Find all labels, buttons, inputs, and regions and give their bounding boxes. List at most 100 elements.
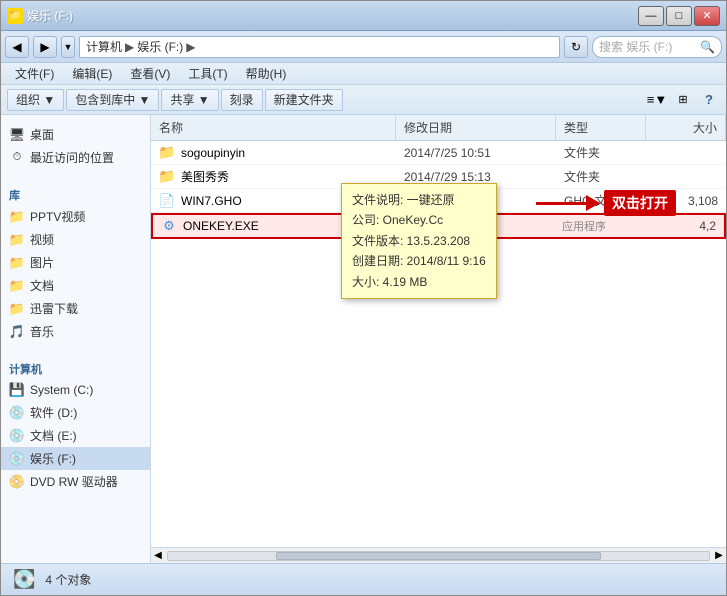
sogoupinyin-icon: 📁	[159, 145, 175, 161]
close-button[interactable]: ✕	[694, 6, 720, 26]
menubar: 文件(F) 编辑(E) 查看(V) 工具(T) 帮助(H)	[1, 63, 726, 85]
view-toggle-button[interactable]: ≡▼	[646, 89, 668, 111]
sidebar-item-d[interactable]: 💿 软件 (D:)	[1, 401, 150, 424]
win7gho-icon: 📄	[159, 193, 175, 209]
menu-help[interactable]: 帮助(H)	[238, 63, 295, 84]
tooltip-line-3: 文件版本: 13.5.23.208	[352, 231, 486, 251]
header-name[interactable]: 名称	[151, 115, 396, 140]
onekey-icon: ⚙	[161, 218, 177, 234]
sidebar-item-c[interactable]: 💾 System (C:)	[1, 379, 150, 401]
sidebar-item-dvd[interactable]: 📀 DVD RW 驱动器	[1, 470, 150, 493]
titlebar-title: 娱乐 (F:)	[27, 7, 638, 24]
refresh-button[interactable]: ↻	[564, 36, 588, 58]
sidebar-item-music[interactable]: 🎵 音乐	[1, 320, 150, 343]
tooltip-popup: 文件说明: 一键还原 公司: OneKey.Cc 文件版本: 13.5.23.2…	[341, 183, 497, 299]
e-drive-icon: 💿	[9, 428, 25, 444]
arrow-head	[586, 195, 600, 211]
meitu-icon: 📁	[159, 169, 175, 185]
titlebar-icon: 📁	[7, 8, 23, 24]
sidebar-library-title: 库	[1, 181, 150, 205]
minimize-button[interactable]: —	[638, 6, 664, 26]
sidebar-item-document[interactable]: 📁 文档	[1, 274, 150, 297]
hscroll-right-btn[interactable]: ▶	[712, 549, 726, 563]
breadcrumb-drive[interactable]: 娱乐 (F:)	[137, 38, 183, 55]
organize-button[interactable]: 组织 ▼	[7, 89, 64, 111]
desktop-icon: 🖥	[9, 127, 25, 143]
sidebar-label-xunlei: 迅雷下载	[30, 300, 78, 317]
main-content: 🖥 桌面 ⏱ 最近访问的位置 库 📁 PPTV视频 📁 视频	[1, 115, 726, 563]
file-list-container: 名称 修改日期 类型 大小 📁 sogoupinyin 2014/7/25 10…	[151, 115, 726, 563]
sidebar-section-favorites: 🖥 桌面 ⏱ 最近访问的位置	[1, 123, 150, 169]
search-box[interactable]: 搜索 娱乐 (F:) 🔍	[592, 36, 722, 58]
forward-button[interactable]: ▶	[33, 36, 57, 58]
menu-view[interactable]: 查看(V)	[122, 63, 178, 84]
sogoupinyin-type: 文件夹	[556, 144, 646, 161]
sidebar-label-recent: 最近访问的位置	[30, 149, 114, 166]
help-icon-button[interactable]: ?	[698, 89, 720, 111]
sidebar-label-d: 软件 (D:)	[30, 404, 77, 421]
file-list-header: 名称 修改日期 类型 大小	[151, 115, 726, 141]
sidebar-section-computer: 计算机 💾 System (C:) 💿 软件 (D:) 💿 文档 (E:) 💿 …	[1, 355, 150, 493]
sidebar-label-pptv: PPTV视频	[30, 208, 85, 225]
meitu-date: 2014/7/29 15:13	[396, 170, 556, 184]
sidebar-label-music: 音乐	[30, 323, 54, 340]
xunlei-icon: 📁	[9, 301, 25, 317]
share-button[interactable]: 共享 ▼	[161, 89, 218, 111]
onekey-size: 4,2	[644, 219, 724, 233]
burn-button[interactable]: 刻录	[221, 89, 263, 111]
header-type[interactable]: 类型	[556, 115, 646, 140]
sidebar-label-e: 文档 (E:)	[30, 427, 77, 444]
hscroll-track[interactable]	[167, 551, 710, 561]
meitu-label: 美图秀秀	[181, 168, 229, 185]
dvd-icon: 📀	[9, 474, 25, 490]
breadcrumb-sep1: ▶	[125, 40, 134, 54]
new-folder-button[interactable]: 新建文件夹	[265, 89, 343, 111]
statusbar-disk-icon: 💽	[13, 569, 35, 590]
breadcrumb-computer[interactable]: 计算机	[86, 38, 122, 55]
tooltip-line-2: 公司: OneKey.Cc	[352, 210, 486, 230]
header-date[interactable]: 修改日期	[396, 115, 556, 140]
sidebar-item-e[interactable]: 💿 文档 (E:)	[1, 424, 150, 447]
recent-icon: ⏱	[9, 150, 25, 166]
view-detail-button[interactable]: ⊞	[672, 89, 694, 111]
sidebar-item-f[interactable]: 💿 娱乐 (F:)	[1, 447, 150, 470]
file-row-sogoupinyin[interactable]: 📁 sogoupinyin 2014/7/25 10:51 文件夹	[151, 141, 726, 165]
sidebar-item-picture[interactable]: 📁 图片	[1, 251, 150, 274]
maximize-button[interactable]: □	[666, 6, 692, 26]
titlebar: 📁 娱乐 (F:) — □ ✕	[1, 1, 726, 31]
sidebar-label-f: 娱乐 (F:)	[30, 450, 76, 467]
back-button[interactable]: ◀	[5, 36, 29, 58]
sidebar-item-desktop[interactable]: 🖥 桌面	[1, 123, 150, 146]
sidebar-section-library: 库 📁 PPTV视频 📁 视频 📁 图片 📁 文档	[1, 181, 150, 343]
breadcrumb-sep2: ▶	[186, 40, 195, 54]
meitu-type: 文件夹	[556, 168, 646, 185]
sidebar-item-recent[interactable]: ⏱ 最近访问的位置	[1, 146, 150, 169]
win7gho-label: WIN7.GHO	[181, 194, 242, 208]
menu-tools[interactable]: 工具(T)	[180, 63, 235, 84]
menu-edit[interactable]: 编辑(E)	[64, 63, 120, 84]
sogoupinyin-date: 2014/7/25 10:51	[396, 146, 556, 160]
recent-button[interactable]: ▼	[61, 36, 75, 58]
include-library-button[interactable]: 包含到库中 ▼	[66, 89, 159, 111]
hscroll-area[interactable]: ◀ ▶	[151, 547, 726, 563]
window: 📁 娱乐 (F:) — □ ✕ ◀ ▶ ▼ 计算机 ▶ 娱乐 (F:) ▶ ↻ …	[0, 0, 727, 596]
sidebar-item-video[interactable]: 📁 视频	[1, 228, 150, 251]
toolbar-right: ≡▼ ⊞ ?	[646, 89, 720, 111]
sidebar-item-xunlei[interactable]: 📁 迅雷下载	[1, 297, 150, 320]
sidebar-label-dvd: DVD RW 驱动器	[30, 473, 118, 490]
file-name-sogoupinyin: 📁 sogoupinyin	[151, 145, 396, 161]
tooltip-line-5: 大小: 4.19 MB	[352, 272, 486, 292]
music-icon: 🎵	[9, 324, 25, 340]
header-size[interactable]: 大小	[646, 115, 726, 140]
sidebar-item-pptv[interactable]: 📁 PPTV视频	[1, 205, 150, 228]
sidebar-label-c: System (C:)	[30, 383, 93, 397]
hscroll-thumb[interactable]	[276, 552, 601, 560]
picture-icon: 📁	[9, 255, 25, 271]
statusbar: 💽 4 个对象	[1, 563, 726, 595]
breadcrumb[interactable]: 计算机 ▶ 娱乐 (F:) ▶	[79, 36, 560, 58]
menu-file[interactable]: 文件(F)	[7, 63, 62, 84]
hscroll-left-btn[interactable]: ◀	[151, 549, 165, 563]
sogoupinyin-label: sogoupinyin	[181, 146, 245, 160]
onekey-label: ONEKEY.EXE	[183, 219, 259, 233]
d-drive-icon: 💿	[9, 405, 25, 421]
